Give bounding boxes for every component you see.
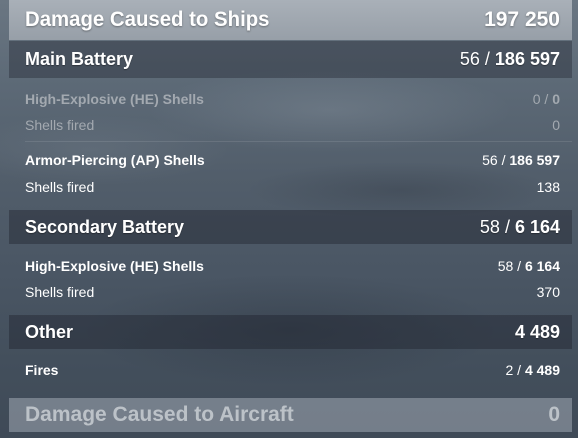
main-battery-value: 56 / 186 597: [459, 49, 560, 69]
secondary-he-value: 58 / 6 164: [497, 258, 560, 274]
damage-aircraft-header: Damage Caused to Aircraft 0: [9, 398, 572, 432]
fires-value: 2 / 4 489: [505, 362, 560, 378]
secondary-he-fired-value: 370: [536, 284, 560, 300]
secondary-he-row: High-Explosive (HE) Shells 58 / 6 164: [9, 255, 572, 277]
fires-label: Fires: [25, 362, 59, 378]
secondary-he-fired-row: Shells fired 370: [9, 281, 572, 303]
main-ap-row: Armor-Piercing (AP) Shells 56 / 186 597: [9, 149, 572, 171]
main-he-value: 0 / 0: [532, 91, 560, 107]
secondary-battery-value: 58 / 6 164: [479, 216, 560, 237]
main-he-row: High-Explosive (HE) Shells 0 / 0: [9, 88, 572, 110]
damage-aircraft-value: 0: [548, 403, 560, 426]
damage-ships-value: 197 250: [484, 8, 560, 31]
main-battery-section-header: Main Battery 56 / 186 597: [9, 41, 572, 78]
secondary-battery-section-header: Secondary Battery 58 / 6 164: [9, 210, 572, 244]
other-section-header: Other 4 489: [9, 315, 572, 349]
divider: [25, 141, 572, 142]
main-he-label: High-Explosive (HE) Shells: [25, 91, 204, 107]
main-he-fired-value: 0: [552, 117, 560, 133]
main-he-fired-label: Shells fired: [25, 117, 95, 133]
other-value: 4 489: [514, 321, 560, 342]
other-label: Other: [25, 321, 74, 342]
secondary-he-fired-label: Shells fired: [25, 284, 95, 300]
main-ap-fired-label: Shells fired: [25, 179, 95, 195]
damage-aircraft-label: Damage Caused to Aircraft: [25, 403, 294, 426]
main-ap-fired-value: 138: [536, 179, 560, 195]
main-ap-fired-row: Shells fired 138: [9, 176, 572, 198]
main-ap-label: Armor-Piercing (AP) Shells: [25, 152, 205, 168]
damage-ships-header: Damage Caused to Ships 197 250: [9, 0, 572, 40]
secondary-battery-label: Secondary Battery: [25, 216, 185, 237]
secondary-he-label: High-Explosive (HE) Shells: [25, 258, 204, 274]
main-ap-value: 56 / 186 597: [482, 152, 560, 168]
fires-row: Fires 2 / 4 489: [9, 359, 572, 381]
main-battery-label: Main Battery: [25, 49, 134, 69]
damage-statistics-panel: Damage Caused to Ships 197 250 Main Batt…: [9, 0, 572, 438]
main-he-fired-row: Shells fired 0: [9, 114, 572, 136]
damage-ships-label: Damage Caused to Ships: [25, 8, 270, 31]
